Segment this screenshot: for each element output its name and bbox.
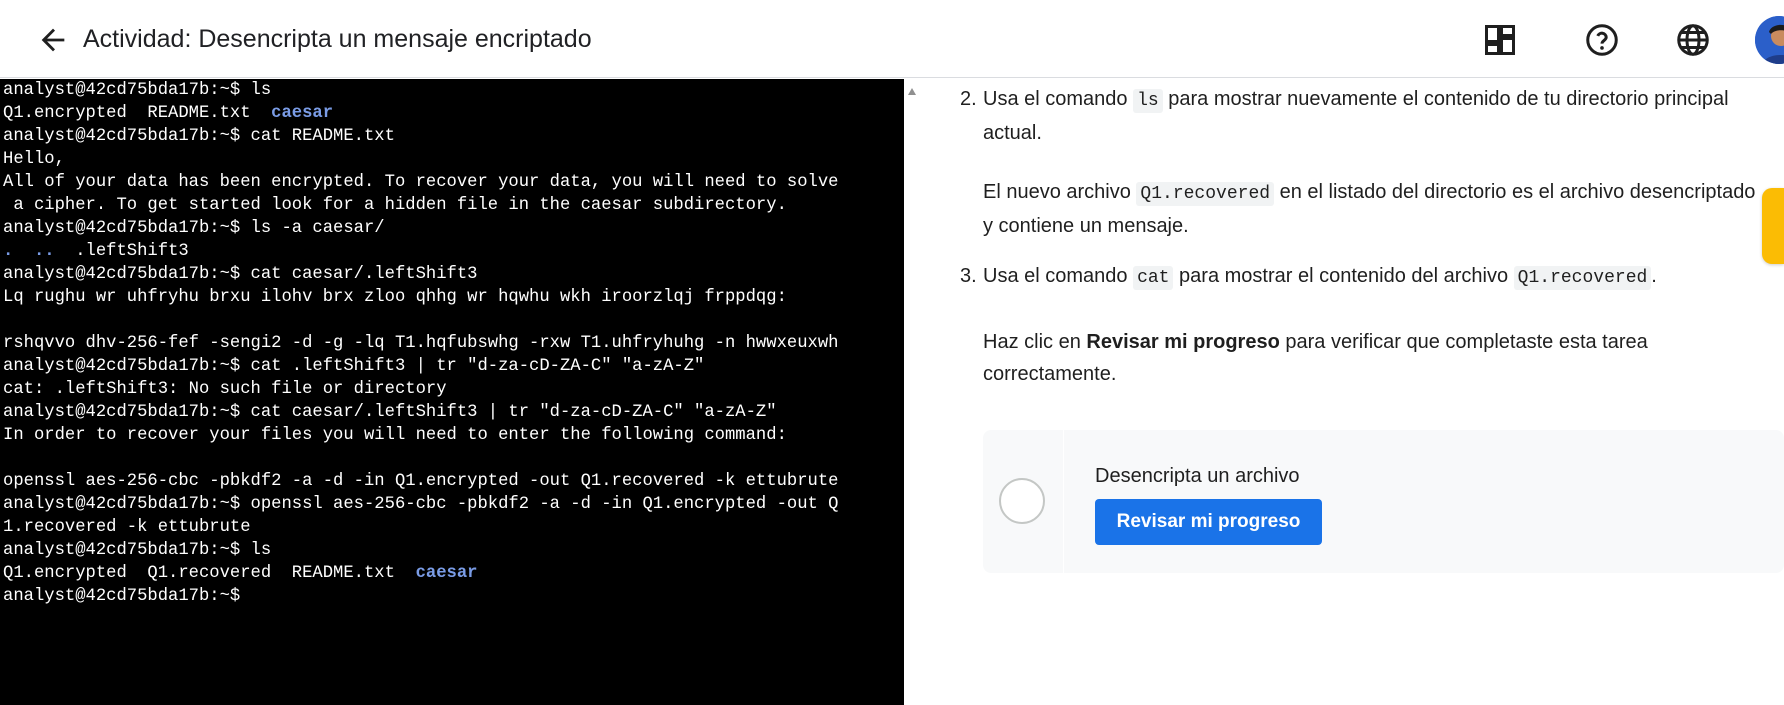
terminal-directory-name: caesar: [271, 104, 334, 123]
terminal-line: Hello,: [3, 148, 904, 171]
terminal-line: All of your data has been encrypted. To …: [3, 171, 904, 194]
inline-code: Q1.recovered: [1513, 266, 1652, 290]
back-arrow-icon[interactable]: [36, 23, 70, 57]
avatar[interactable]: [1755, 16, 1784, 64]
terminal-line: Lq rughu wr uhfryhu brxu ilohv brx zloo …: [3, 286, 904, 309]
task-card: Desencripta un archivo Revisar mi progre…: [983, 430, 1784, 573]
terminal-text: .leftShift3: [54, 242, 189, 261]
terminal-line: openssl aes-256-cbc -pbkdf2 -a -d -in Q1…: [3, 470, 904, 493]
step-2: 2. Usa el comando ls para mostrar nuevam…: [960, 88, 1729, 144]
terminal-text: analyst@42cd75bda17b:~$: [3, 587, 251, 606]
card-divider: [1063, 430, 1064, 573]
terminal-text: analyst@42cd75bda17b:~$ ls: [3, 81, 272, 100]
terminal-line: Q1.encrypted README.txt caesar: [3, 102, 904, 125]
terminal-text: cat: .leftShift3: No such file or direct…: [3, 380, 447, 399]
terminal-text: Lq rughu wr uhfryhu brxu ilohv brx zloo …: [3, 288, 787, 307]
terminal-text: openssl aes-256-cbc -pbkdf2 -a -d -in Q1…: [3, 472, 839, 491]
app-header: Actividad: Desencripta un mensaje encrip…: [0, 0, 1784, 78]
terminal-line: Q1.encrypted Q1.recovered README.txt cae…: [3, 562, 904, 585]
dashboard-icon[interactable]: [1482, 22, 1518, 58]
terminal-line: analyst@42cd75bda17b:~$: [3, 585, 904, 608]
terminal-line: analyst@42cd75bda17b:~$ cat .leftShift3 …: [3, 355, 904, 378]
terminal-line: analyst@42cd75bda17b:~$ cat caesar/.left…: [3, 263, 904, 286]
terminal-text: analyst@42cd75bda17b:~$ cat README.txt: [3, 127, 395, 146]
terminal-text: In order to recover your files you will …: [3, 426, 787, 445]
inline-code: Q1.recovered: [1136, 182, 1275, 206]
language-icon[interactable]: [1675, 22, 1711, 58]
inline-code: cat: [1133, 266, 1174, 290]
terminal-line: cat: .leftShift3: No such file or direct…: [3, 378, 904, 401]
recovered-file-paragraph: El nuevo archivo Q1.recovered en el list…: [983, 181, 1756, 237]
terminal-line: analyst@42cd75bda17b:~$ ls -a caesar/: [3, 217, 904, 240]
help-icon[interactable]: [1584, 22, 1620, 58]
terminal-line: analyst@42cd75bda17b:~$ openssl aes-256-…: [3, 493, 904, 516]
terminal-line: analyst@42cd75bda17b:~$ cat caesar/.left…: [3, 401, 904, 424]
terminal-console[interactable]: analyst@42cd75bda17b:~$ ls Q1.encrypted R…: [0, 79, 904, 705]
page-title: Actividad: Desencripta un mensaje encrip…: [83, 25, 592, 53]
terminal-directory-name: ..: [33, 242, 55, 261]
content-scrollbar[interactable]: [904, 79, 920, 705]
task-title: Desencripta un archivo: [1095, 465, 1300, 487]
terminal-line: analyst@42cd75bda17b:~$ ls: [3, 79, 904, 102]
terminal-directory-name: caesar: [415, 564, 478, 583]
terminal-text: Q1.encrypted Q1.recovered README.txt: [3, 564, 416, 583]
terminal-line: analyst@42cd75bda17b:~$ ls: [3, 539, 904, 562]
terminal-line: In order to recover your files you will …: [3, 424, 904, 447]
terminal-text: analyst@42cd75bda17b:~$ ls: [3, 541, 272, 560]
scroll-up-arrow-icon[interactable]: [907, 87, 917, 97]
check-progress-button[interactable]: Revisar mi progreso: [1095, 499, 1322, 545]
terminal-text: a cipher. To get started look for a hidd…: [3, 196, 787, 215]
side-panel-tab[interactable]: [1762, 188, 1784, 264]
terminal-line: analyst@42cd75bda17b:~$ cat README.txt: [3, 125, 904, 148]
terminal-text: All of your data has been encrypted. To …: [3, 173, 839, 192]
terminal-text: analyst@42cd75bda17b:~$ cat caesar/.left…: [3, 265, 478, 284]
instructions-panel: 2. Usa el comando ls para mostrar nuevam…: [920, 79, 1784, 705]
terminal-directory-name: .: [3, 242, 14, 261]
terminal-text: analyst@42cd75bda17b:~$ cat .leftShift3 …: [3, 357, 705, 376]
check-progress-paragraph: Haz clic en Revisar mi progreso para ver…: [983, 331, 1648, 385]
task-status-circle: [999, 478, 1045, 524]
terminal-text: analyst@42cd75bda17b:~$ cat caesar/.left…: [3, 403, 777, 422]
terminal-text: analyst@42cd75bda17b:~$ openssl aes-256-…: [3, 495, 839, 514]
terminal-line: a cipher. To get started look for a hidd…: [3, 194, 904, 217]
terminal-text: Q1.encrypted README.txt: [3, 104, 272, 123]
terminal-line: 1.recovered -k ettubrute: [3, 516, 904, 539]
terminal-text: rshqvvo dhv-256-fef -sengi2 -d -g -lq T1…: [3, 334, 839, 353]
terminal-text: analyst@42cd75bda17b:~$ ls -a caesar/: [3, 219, 385, 238]
terminal-line: . .. .leftShift3: [3, 240, 904, 263]
terminal-line: rshqvvo dhv-256-fef -sengi2 -d -g -lq T1…: [3, 332, 904, 355]
terminal-text: 1.recovered -k ettubrute: [3, 518, 251, 537]
inline-code: ls: [1133, 89, 1163, 113]
terminal-text: Hello,: [3, 150, 65, 169]
step-3: 3. Usa el comando cat para mostrar el co…: [960, 265, 1657, 290]
